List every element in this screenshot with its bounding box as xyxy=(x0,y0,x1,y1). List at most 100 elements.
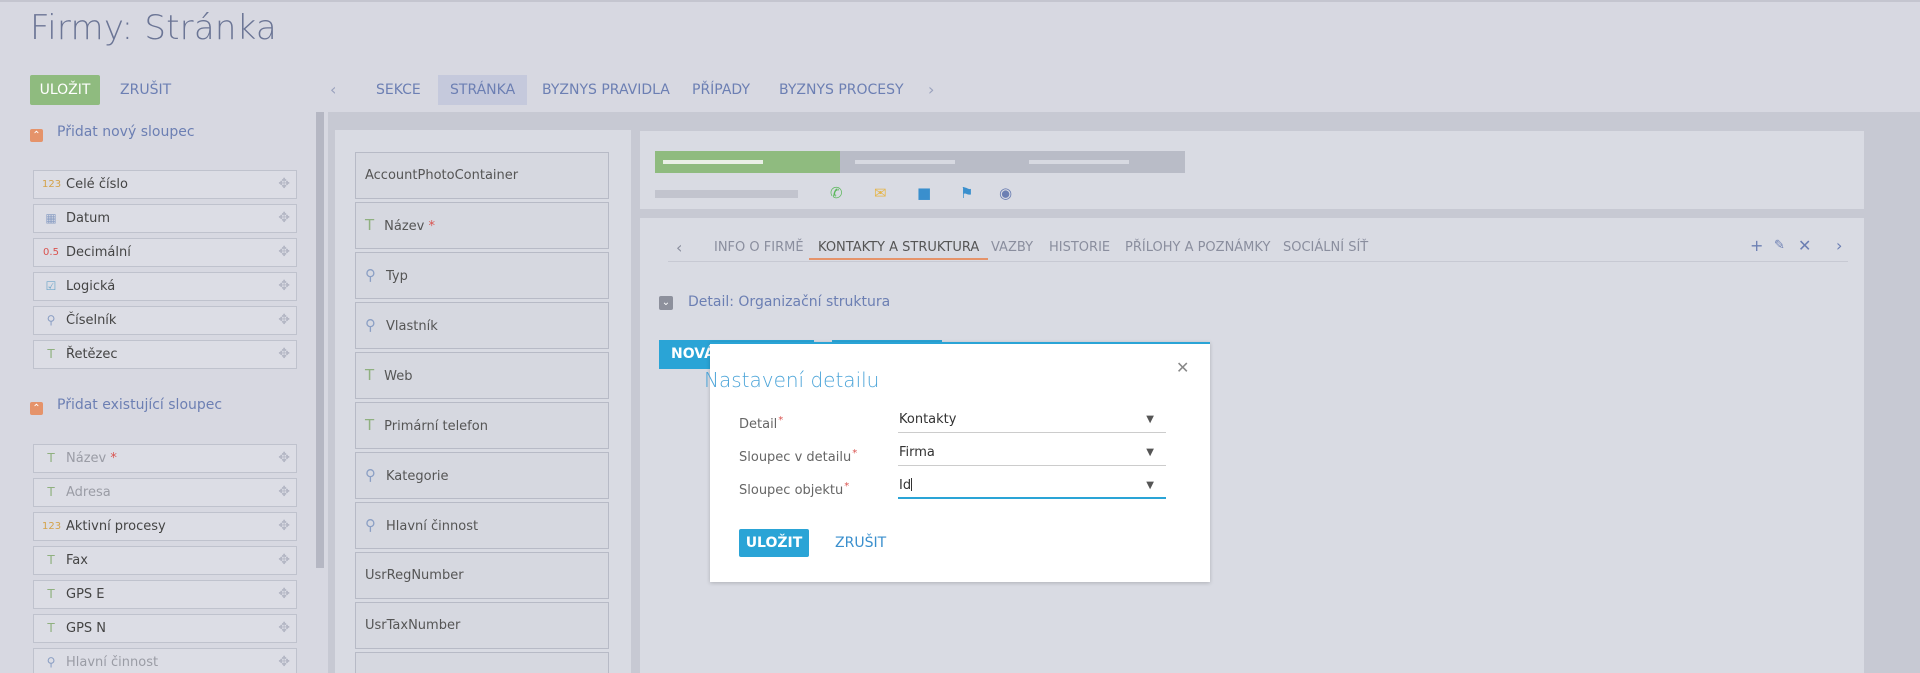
drag-handle-icon[interactable]: ✥ xyxy=(278,479,290,506)
dialog-cancel-button[interactable]: ZRUŠIT xyxy=(835,535,886,551)
field-label: Logická xyxy=(66,279,116,294)
page-field-primarni-telefon[interactable]: T Primární telefon xyxy=(355,402,609,449)
edit-icon[interactable]: ✎ xyxy=(1774,238,1785,253)
field-item-lookup[interactable]: ⚲ Číselník ✥ xyxy=(33,306,297,335)
field-label: GPS N xyxy=(66,621,107,636)
existing-field-adresa[interactable]: T Adresa ✥ xyxy=(33,478,297,507)
stage-progress-2[interactable] xyxy=(840,151,1015,173)
field-label: Aktivní procesy xyxy=(66,519,166,534)
drag-handle-icon[interactable]: ✥ xyxy=(278,341,290,368)
tab-pripady[interactable]: PŘÍPADY xyxy=(680,75,762,105)
close-icon[interactable]: ✕ xyxy=(1176,358,1189,377)
dtab-kontakty-a-struktura[interactable]: KONTAKTY A STRUKTURA xyxy=(809,238,989,260)
stage-progress-1[interactable] xyxy=(655,151,840,173)
drag-handle-icon[interactable]: ✥ xyxy=(278,445,290,472)
card-label: Hlavní činnost xyxy=(386,519,479,534)
globe-icon[interactable]: ◉ xyxy=(999,184,1012,202)
existing-column-header[interactable]: ⌃ Přidat existující sloupec xyxy=(30,395,222,415)
field-item-boolean[interactable]: ☑ Logická ✥ xyxy=(33,272,297,301)
add-icon[interactable]: + xyxy=(1750,236,1763,255)
drag-handle-icon[interactable]: ✥ xyxy=(278,649,290,673)
drag-handle-icon[interactable]: ✥ xyxy=(278,273,290,300)
detail-select[interactable]: Kontakty ▼ xyxy=(898,409,1166,433)
detail-collapse-icon[interactable]: ⌄ xyxy=(659,296,673,310)
page-field-vlastnik[interactable]: ⚲ Vlastník xyxy=(355,302,609,349)
text-icon: T xyxy=(365,366,375,384)
detail-column-select[interactable]: Firma ▼ xyxy=(898,442,1166,466)
stage-progress-3[interactable] xyxy=(1015,151,1185,173)
chevron-down-icon[interactable]: ▼ xyxy=(1146,442,1154,464)
flag-icon[interactable]: ⚑ xyxy=(960,184,973,202)
required-mark: * xyxy=(110,451,117,466)
drag-handle-icon[interactable]: ✥ xyxy=(278,171,290,198)
existing-field-gps-e[interactable]: T GPS E ✥ xyxy=(33,580,297,609)
detail-tabs-prev-icon[interactable]: ‹ xyxy=(676,238,682,260)
card-label: UsrTaxNumber xyxy=(365,618,461,633)
required-mark: * xyxy=(428,219,436,234)
detail-tabs-next-icon[interactable]: › xyxy=(1836,236,1842,255)
drag-handle-icon[interactable]: ✥ xyxy=(278,513,290,540)
phone-icon[interactable]: ✆ xyxy=(830,184,843,202)
page-field-typ[interactable]: ⚲ Typ xyxy=(355,252,609,299)
drag-handle-icon[interactable]: ✥ xyxy=(278,581,290,608)
select-value: Id xyxy=(899,478,912,493)
field-label: Hlavní činnost xyxy=(66,655,159,670)
calendar-icon: ▦ xyxy=(45,211,57,225)
dtab-info-o-firme[interactable]: INFO O FIRMĚ xyxy=(714,238,804,260)
page-field-empty[interactable] xyxy=(355,652,609,673)
dtab-historie[interactable]: HISTORIE xyxy=(1049,238,1110,260)
existing-field-hlavni-cinnost[interactable]: ⚲ Hlavní činnost ✥ xyxy=(33,648,297,673)
text-icon: T xyxy=(47,485,55,499)
tab-stranka[interactable]: STRÁNKA xyxy=(438,75,528,105)
drag-handle-icon[interactable]: ✥ xyxy=(278,205,290,232)
tab-byznys-pravidla[interactable]: BYZNYS PRAVIDLA xyxy=(530,75,682,105)
tabs-prev-icon[interactable]: ‹ xyxy=(330,75,336,105)
dialog-save-button[interactable]: ULOŽIT xyxy=(739,529,809,557)
save-button[interactable]: ULOŽIT xyxy=(30,75,100,105)
field-item-date[interactable]: ▦ Datum ✥ xyxy=(33,204,297,233)
page-field-usrregnumber[interactable]: UsrRegNumber xyxy=(355,552,609,599)
cancel-button[interactable]: ZRUŠIT xyxy=(120,75,171,105)
left-scrollbar[interactable] xyxy=(316,112,324,568)
page-field-hlavni-cinnost[interactable]: ⚲ Hlavní činnost xyxy=(355,502,609,549)
new-column-header[interactable]: ⌃ Přidat nový sloupec xyxy=(30,122,195,142)
page-field-photo[interactable]: AccountPhotoContainer xyxy=(355,152,609,199)
card-label: Kategorie xyxy=(386,469,449,484)
existing-field-nazev[interactable]: T Název * ✥ xyxy=(33,444,297,473)
field-item-decimal[interactable]: 0.5 Decimální ✥ xyxy=(33,238,297,267)
tabs-next-icon[interactable]: › xyxy=(928,75,934,105)
card-label: Název xyxy=(384,219,425,234)
close-icon[interactable]: ✕ xyxy=(1798,236,1811,255)
collapse-icon[interactable]: ⌃ xyxy=(30,402,43,415)
tab-sekce[interactable]: SEKCE xyxy=(364,75,433,105)
field-item-integer[interactable]: 123 Celé číslo ✥ xyxy=(33,170,297,199)
drag-handle-icon[interactable]: ✥ xyxy=(278,307,290,334)
drag-handle-icon[interactable]: ✥ xyxy=(278,239,290,266)
chevron-down-icon[interactable]: ▼ xyxy=(1146,409,1154,431)
record-name-placeholder xyxy=(655,190,798,198)
existing-field-aktivni-procesy[interactable]: 123 Aktivní procesy ✥ xyxy=(33,512,297,541)
page-field-web[interactable]: T Web xyxy=(355,352,609,399)
page-field-nazev[interactable]: T Název * xyxy=(355,202,609,249)
chat-icon[interactable]: ■ xyxy=(917,184,931,202)
collapse-icon[interactable]: ⌃ xyxy=(30,129,43,142)
drag-handle-icon[interactable]: ✥ xyxy=(278,615,290,642)
dtab-socialni-sit[interactable]: SOCIÁLNÍ SÍŤ xyxy=(1283,238,1368,260)
chevron-down-icon[interactable]: ▼ xyxy=(1146,475,1154,497)
page-field-usrtaxnumber[interactable]: UsrTaxNumber xyxy=(355,602,609,649)
search-icon: ⚲ xyxy=(365,516,376,534)
field-item-string[interactable]: T Řetězec ✥ xyxy=(33,340,297,369)
existing-field-gps-n[interactable]: T GPS N ✥ xyxy=(33,614,297,643)
object-column-select[interactable]: Id ▼ xyxy=(898,475,1166,499)
dtab-prilohy-a-poznamky[interactable]: PŘÍLOHY A POZNÁMKY xyxy=(1125,238,1270,260)
email-icon[interactable]: ✉ xyxy=(874,184,887,202)
drag-handle-icon[interactable]: ✥ xyxy=(278,547,290,574)
field-label: GPS E xyxy=(66,587,105,602)
page-field-kategorie[interactable]: ⚲ Kategorie xyxy=(355,452,609,499)
field-label: Číselník xyxy=(66,313,117,328)
existing-field-fax[interactable]: T Fax ✥ xyxy=(33,546,297,575)
card-label: Typ xyxy=(386,269,408,284)
dtab-vazby[interactable]: VAZBY xyxy=(991,238,1033,260)
detail-label[interactable]: Detail: Organizační struktura xyxy=(688,294,890,310)
tab-byznys-procesy[interactable]: BYZNYS PROCESY xyxy=(767,75,916,105)
